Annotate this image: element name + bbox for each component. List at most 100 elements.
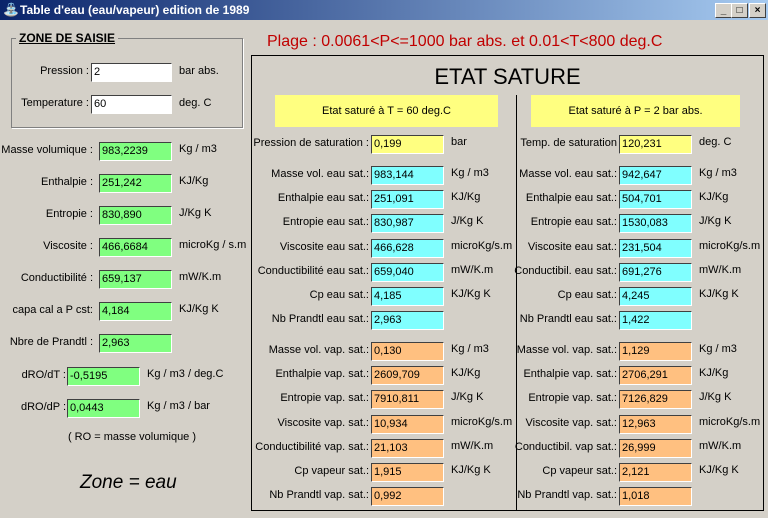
derivative-1-label: dRO/dP : (20, 401, 66, 413)
derivative-1-field[interactable]: 0,0443 (67, 399, 140, 418)
derivative-0-field[interactable]: -0,5195 (67, 367, 140, 386)
by_P-water-1-field[interactable]: 504,701 (619, 190, 692, 210)
by_P-vapor-5-field[interactable]: 2,121 (619, 463, 692, 482)
by_T-water-6-label: Nb Prandtl eau sat.: (271, 313, 369, 326)
header-by-P: Etat saturé à P = 2 bar abs. (531, 95, 740, 127)
by_P-vapor-3-label: Viscosite vap. sat.: (525, 416, 617, 429)
minimize-button[interactable]: _ (715, 3, 732, 18)
by_T-vapor-0-field[interactable]: 0,130 (371, 342, 444, 361)
by_P-water-5-field[interactable]: 4,245 (619, 287, 692, 306)
by_T-sat-field[interactable]: 0,199 (371, 135, 444, 154)
by_T-water-1-unit: KJ/Kg (451, 191, 481, 204)
by_T-vapor-1-field[interactable]: 2609,709 (371, 366, 444, 386)
result-0-unit: Kg / m3 (179, 143, 217, 155)
result-0-field[interactable]: 983,2239 (99, 142, 172, 161)
result-2-label: Entropie : (45, 208, 93, 220)
by_P-vapor-4-field[interactable]: 26,999 (619, 438, 692, 458)
by_T-water-0-label: Masse vol. eau sat.: (271, 168, 369, 180)
by_T-water-2-label: Entropie eau sat.: (282, 216, 369, 229)
by_P-water-4-field[interactable]: 691,276 (619, 262, 692, 282)
by_T-vapor-3-unit: microKg/s.m (451, 415, 513, 428)
by_T-vapor-5-field[interactable]: 1,915 (371, 463, 444, 482)
by_P-vapor-0-label: Masse vol. vap. sat.: (516, 344, 617, 356)
result-1-field[interactable]: 251,242 (99, 174, 172, 193)
maximize-button[interactable]: □ (731, 3, 748, 18)
by_T-water-4-field[interactable]: 659,040 (371, 262, 444, 282)
by_T-water-3-field[interactable]: 466,628 (371, 238, 444, 258)
by_T-vapor-4-field[interactable]: 21,103 (371, 438, 444, 458)
by_P-water-3-field[interactable]: 231,504 (619, 238, 692, 258)
by_T-water-2-unit: J/Kg K (451, 215, 484, 228)
by_P-vapor-4-label: Conductibil. vap sat.: (514, 440, 617, 453)
by_P-water-2-field[interactable]: 1530,083 (619, 214, 692, 234)
by_P-water-4-unit: mW/K.m (699, 263, 742, 276)
by_P-vapor-1-unit: KJ/Kg (699, 367, 729, 380)
by_T-water-0-field[interactable]: 983,144 (371, 166, 444, 185)
title-bar: ⛲ Table d'eau (eau/vapeur) edition de 19… (0, 0, 768, 20)
by_T-water-5-field[interactable]: 4,185 (371, 287, 444, 306)
by_T-vapor-2-field[interactable]: 7910,811 (371, 390, 444, 410)
by_T-vapor-6-field[interactable]: 0,992 (371, 487, 444, 507)
result-4-field[interactable]: 659,137 (99, 270, 172, 289)
by_P-water-1-unit: KJ/Kg (699, 191, 729, 204)
by_P-sat-label: Temp. de saturation (520, 137, 617, 149)
result-5-unit: KJ/Kg K (179, 303, 219, 315)
by_T-vapor-4-unit: mW/K.m (451, 439, 494, 452)
by_T-water-4-unit: mW/K.m (451, 263, 494, 276)
by_T-vapor-4-label: Conductibilité vap. sat.: (255, 440, 369, 453)
result-2-unit: J/Kg K (179, 207, 212, 219)
zone-indicator: Zone = eau (80, 472, 177, 493)
by_T-water-1-label: Enthalpie eau sat.: (277, 192, 369, 205)
by_T-water-3-unit: microKg/s.m (451, 239, 513, 252)
by_P-water-2-unit: J/Kg K (699, 215, 732, 228)
close-button[interactable]: × (749, 3, 766, 18)
by_P-water-6-label: Nb Prandtl eau sat.: (519, 313, 617, 326)
by_T-water-5-unit: KJ/Kg K (451, 288, 491, 300)
by_P-water-6-field[interactable]: 1,422 (619, 311, 692, 331)
result-5-field[interactable]: 4,184 (99, 302, 172, 321)
by_T-water-4-label: Conductibilité eau sat.: (257, 264, 369, 277)
by_T-vapor-2-label: Entropie vap. sat.: (280, 392, 369, 405)
result-2-field[interactable]: 830,890 (99, 206, 172, 225)
derivative-1-unit: Kg / m3 / bar (147, 400, 210, 412)
by_T-water-6-field[interactable]: 2,963 (371, 311, 444, 331)
by_P-vapor-6-field[interactable]: 1,018 (619, 487, 692, 507)
by_P-vapor-0-field[interactable]: 1,129 (619, 342, 692, 361)
result-1-unit: KJ/Kg (179, 175, 209, 187)
by_P-sat-field[interactable]: 120,231 (619, 135, 692, 154)
result-5-label: capa cal a P cst: (12, 304, 93, 316)
temperature-label: Temperature : (21, 97, 89, 109)
by_T-water-0-unit: Kg / m3 (451, 167, 489, 179)
by_T-water-2-field[interactable]: 830,987 (371, 214, 444, 234)
by_T-vapor-1-label: Enthalpie vap. sat.: (275, 368, 369, 381)
result-3-field[interactable]: 466,6684 (99, 238, 172, 257)
by_P-water-1-label: Enthalpie eau sat.: (525, 192, 617, 205)
by_P-vapor-1-field[interactable]: 2706,291 (619, 366, 692, 386)
by_P-water-0-field[interactable]: 942,647 (619, 166, 692, 185)
by_P-water-3-label: Viscosite eau sat.: (527, 240, 617, 253)
by_P-vapor-2-unit: J/Kg K (699, 391, 732, 404)
pression-label: Pression : (40, 65, 89, 77)
by_T-vapor-1-unit: KJ/Kg (451, 367, 481, 380)
result-0-label: Masse volumique : (1, 144, 93, 156)
by_P-water-0-label: Masse vol. eau sat.: (519, 168, 617, 180)
pression-input[interactable]: 2 (91, 63, 172, 82)
by_P-water-0-unit: Kg / m3 (699, 167, 737, 179)
by_T-vapor-0-label: Masse vol. vap. sat.: (268, 344, 369, 356)
derivative-0-unit: Kg / m3 / deg.C (147, 368, 224, 380)
by_T-vapor-3-field[interactable]: 10,934 (371, 414, 444, 434)
pression-unit: bar abs. (179, 65, 219, 77)
by_P-vapor-5-unit: KJ/Kg K (699, 464, 739, 476)
result-6-field[interactable]: 2,963 (99, 334, 172, 353)
ro-note: ( RO = masse volumique ) (67, 431, 197, 443)
saturated-title: ETAT SATURE (434, 64, 581, 89)
by_T-water-1-field[interactable]: 251,091 (371, 190, 444, 210)
by_P-water-5-label: Cp eau sat.: (557, 289, 617, 301)
by_T-vapor-5-unit: KJ/Kg K (451, 464, 491, 476)
temperature-input[interactable]: 60 (91, 95, 172, 114)
by_P-water-5-unit: KJ/Kg K (699, 288, 739, 300)
by_P-vapor-2-label: Entropie vap. sat.: (528, 392, 617, 405)
derivative-0-label: dRO/dT : (21, 369, 66, 381)
by_P-vapor-3-field[interactable]: 12,963 (619, 414, 692, 434)
by_P-vapor-2-field[interactable]: 7126,829 (619, 390, 692, 410)
